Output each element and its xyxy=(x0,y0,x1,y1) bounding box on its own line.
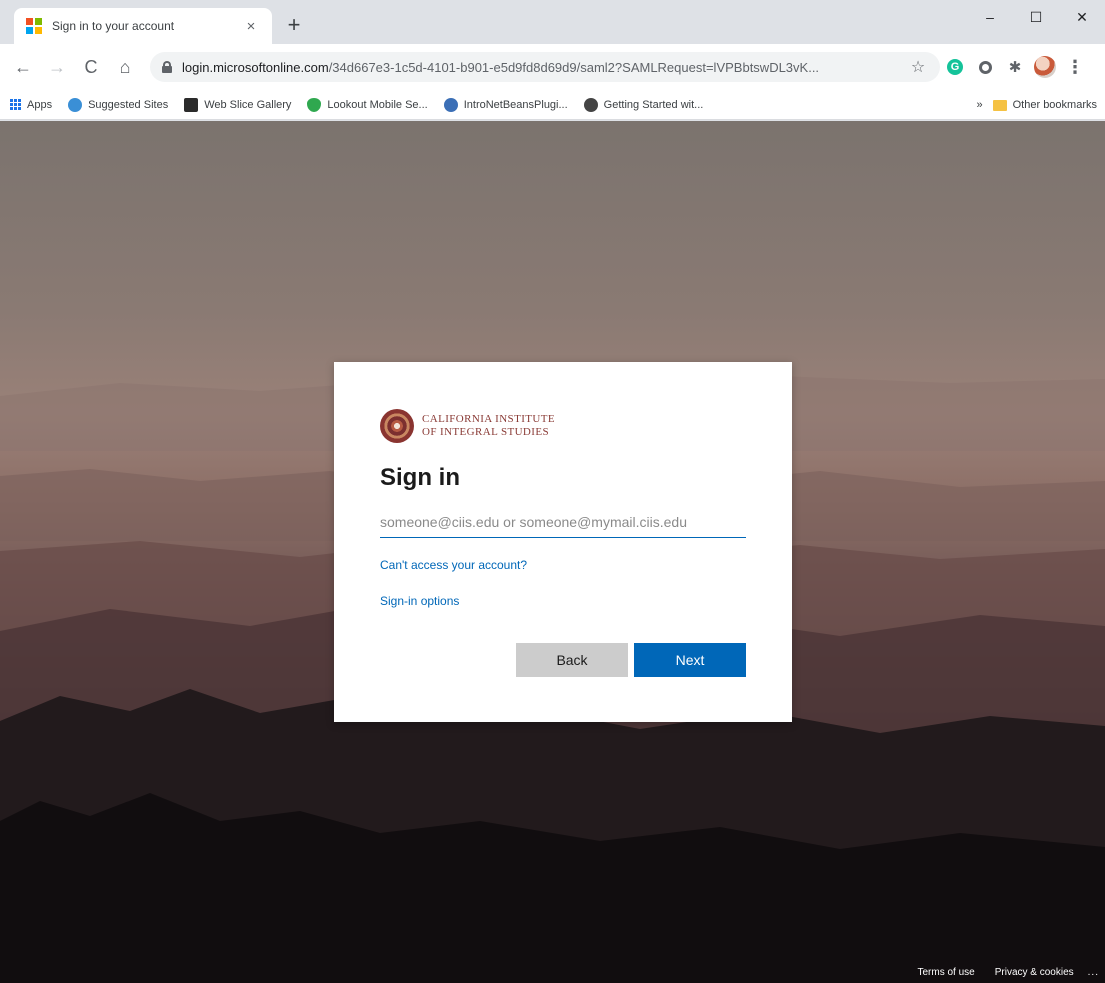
bookmark-label: IntroNetBeansPlugi... xyxy=(463,98,568,111)
page-footer: Terms of use Privacy & cookies ... xyxy=(897,961,1099,983)
reload-icon[interactable]: C xyxy=(76,52,106,82)
signin-card: California Institute of Integral Studies… xyxy=(334,362,792,722)
signin-options-link[interactable]: Sign-in options xyxy=(380,594,746,608)
next-button[interactable]: Next xyxy=(634,643,746,677)
back-arrow-icon[interactable]: ← xyxy=(8,52,38,82)
forward-arrow-icon[interactable]: → xyxy=(42,52,72,82)
address-bar[interactable]: login.microsoftonline.com/34d667e3-1c5d-… xyxy=(150,52,940,82)
tab-title: Sign in to your account xyxy=(52,19,175,33)
bookmarks-overflow-button[interactable]: » xyxy=(977,99,983,111)
terms-of-use-link[interactable]: Terms of use xyxy=(917,967,974,978)
tab-close-icon[interactable]: × xyxy=(242,18,260,35)
folder-icon xyxy=(992,99,1007,111)
browser-tab-active[interactable]: Sign in to your account × xyxy=(14,8,272,44)
maximize-button[interactable]: ☐ xyxy=(1013,0,1059,34)
microsoft-logo-icon xyxy=(26,18,42,34)
ciis-seal-icon xyxy=(380,409,414,443)
window-close-button[interactable]: ✕ xyxy=(1059,0,1105,34)
bookmark-getting-started[interactable]: Getting Started wit... xyxy=(583,97,704,112)
email-input[interactable] xyxy=(380,506,746,538)
bookmark-lookout[interactable]: Lookout Mobile Se... xyxy=(307,97,428,112)
web-slice-icon xyxy=(184,97,199,112)
netbeans-icon xyxy=(443,97,458,112)
url-host: login.microsoftonline.com xyxy=(182,59,329,75)
page-title: Sign in xyxy=(380,464,460,491)
kebab-menu-icon: ⋮ xyxy=(1066,56,1084,77)
grammarly-extension[interactable]: G xyxy=(940,52,970,82)
signin-page-background: California Institute of Integral Studies… xyxy=(0,121,1105,983)
apps-grid-icon xyxy=(10,99,21,110)
browser-menu-button[interactable]: ⋮ xyxy=(1060,52,1090,82)
lookout-shield-icon xyxy=(307,97,322,112)
avatar xyxy=(1034,56,1056,78)
cant-access-account-link[interactable]: Can't access your account? xyxy=(380,558,746,572)
org-name: California Institute of Integral Studies xyxy=(422,413,555,439)
puzzle-icon: ✱ xyxy=(1008,59,1022,76)
tab-strip: Sign in to your account × + – ☐ ✕ xyxy=(0,0,1105,44)
more-options-icon[interactable]: ... xyxy=(1088,967,1099,978)
browser-toolbar: ← → C ⌂ login.microsoftonline.com/34d667… xyxy=(0,44,1105,90)
minimize-button[interactable]: – xyxy=(967,0,1013,34)
window-controls: – ☐ ✕ xyxy=(967,0,1105,34)
ie-icon xyxy=(68,97,83,112)
bookmark-netbeans[interactable]: IntroNetBeansPlugi... xyxy=(443,97,568,112)
url-path: /34d667e3-1c5d-4101-b901-e5d9fd8d69d9/sa… xyxy=(328,59,820,75)
home-icon[interactable]: ⌂ xyxy=(110,52,140,82)
new-tab-button[interactable]: + xyxy=(280,12,308,40)
bookmarks-right: » Other bookmarks xyxy=(977,90,1098,120)
extensions-button[interactable]: ✱ xyxy=(1000,52,1030,82)
button-row: Back Next xyxy=(516,643,746,677)
circle-extension[interactable] xyxy=(970,52,1000,82)
profile-button[interactable] xyxy=(1030,52,1060,82)
bookmark-web-slice-gallery[interactable]: Web Slice Gallery xyxy=(184,97,292,112)
org-logo: California Institute of Integral Studies xyxy=(380,406,746,446)
grammarly-icon: G xyxy=(947,59,963,75)
bookmark-label: Apps xyxy=(27,98,53,111)
bookmark-label: Getting Started wit... xyxy=(603,98,704,111)
org-name-line2: of Integral Studies xyxy=(422,426,549,438)
bookmark-apps[interactable]: Apps xyxy=(10,99,52,111)
bookmarks-bar: Apps Suggested Sites Web Slice Gallery L… xyxy=(0,90,1105,120)
back-button[interactable]: Back xyxy=(516,643,628,677)
globe-icon xyxy=(583,97,598,112)
bookmark-label: Lookout Mobile Se... xyxy=(327,98,428,111)
url-text[interactable]: login.microsoftonline.com/34d667e3-1c5d-… xyxy=(182,60,908,75)
lock-icon[interactable] xyxy=(162,61,172,73)
bookmark-label: Suggested Sites xyxy=(88,98,169,111)
other-bookmarks-button[interactable]: Other bookmarks xyxy=(1013,99,1097,111)
bookmark-star-icon[interactable]: ☆ xyxy=(908,57,928,77)
privacy-cookies-link[interactable]: Privacy & cookies xyxy=(995,967,1074,978)
org-name-line1: California Institute xyxy=(422,413,555,425)
bookmark-suggested-sites[interactable]: Suggested Sites xyxy=(68,97,169,112)
bookmark-label: Web Slice Gallery xyxy=(204,98,292,111)
circle-icon xyxy=(978,60,992,74)
